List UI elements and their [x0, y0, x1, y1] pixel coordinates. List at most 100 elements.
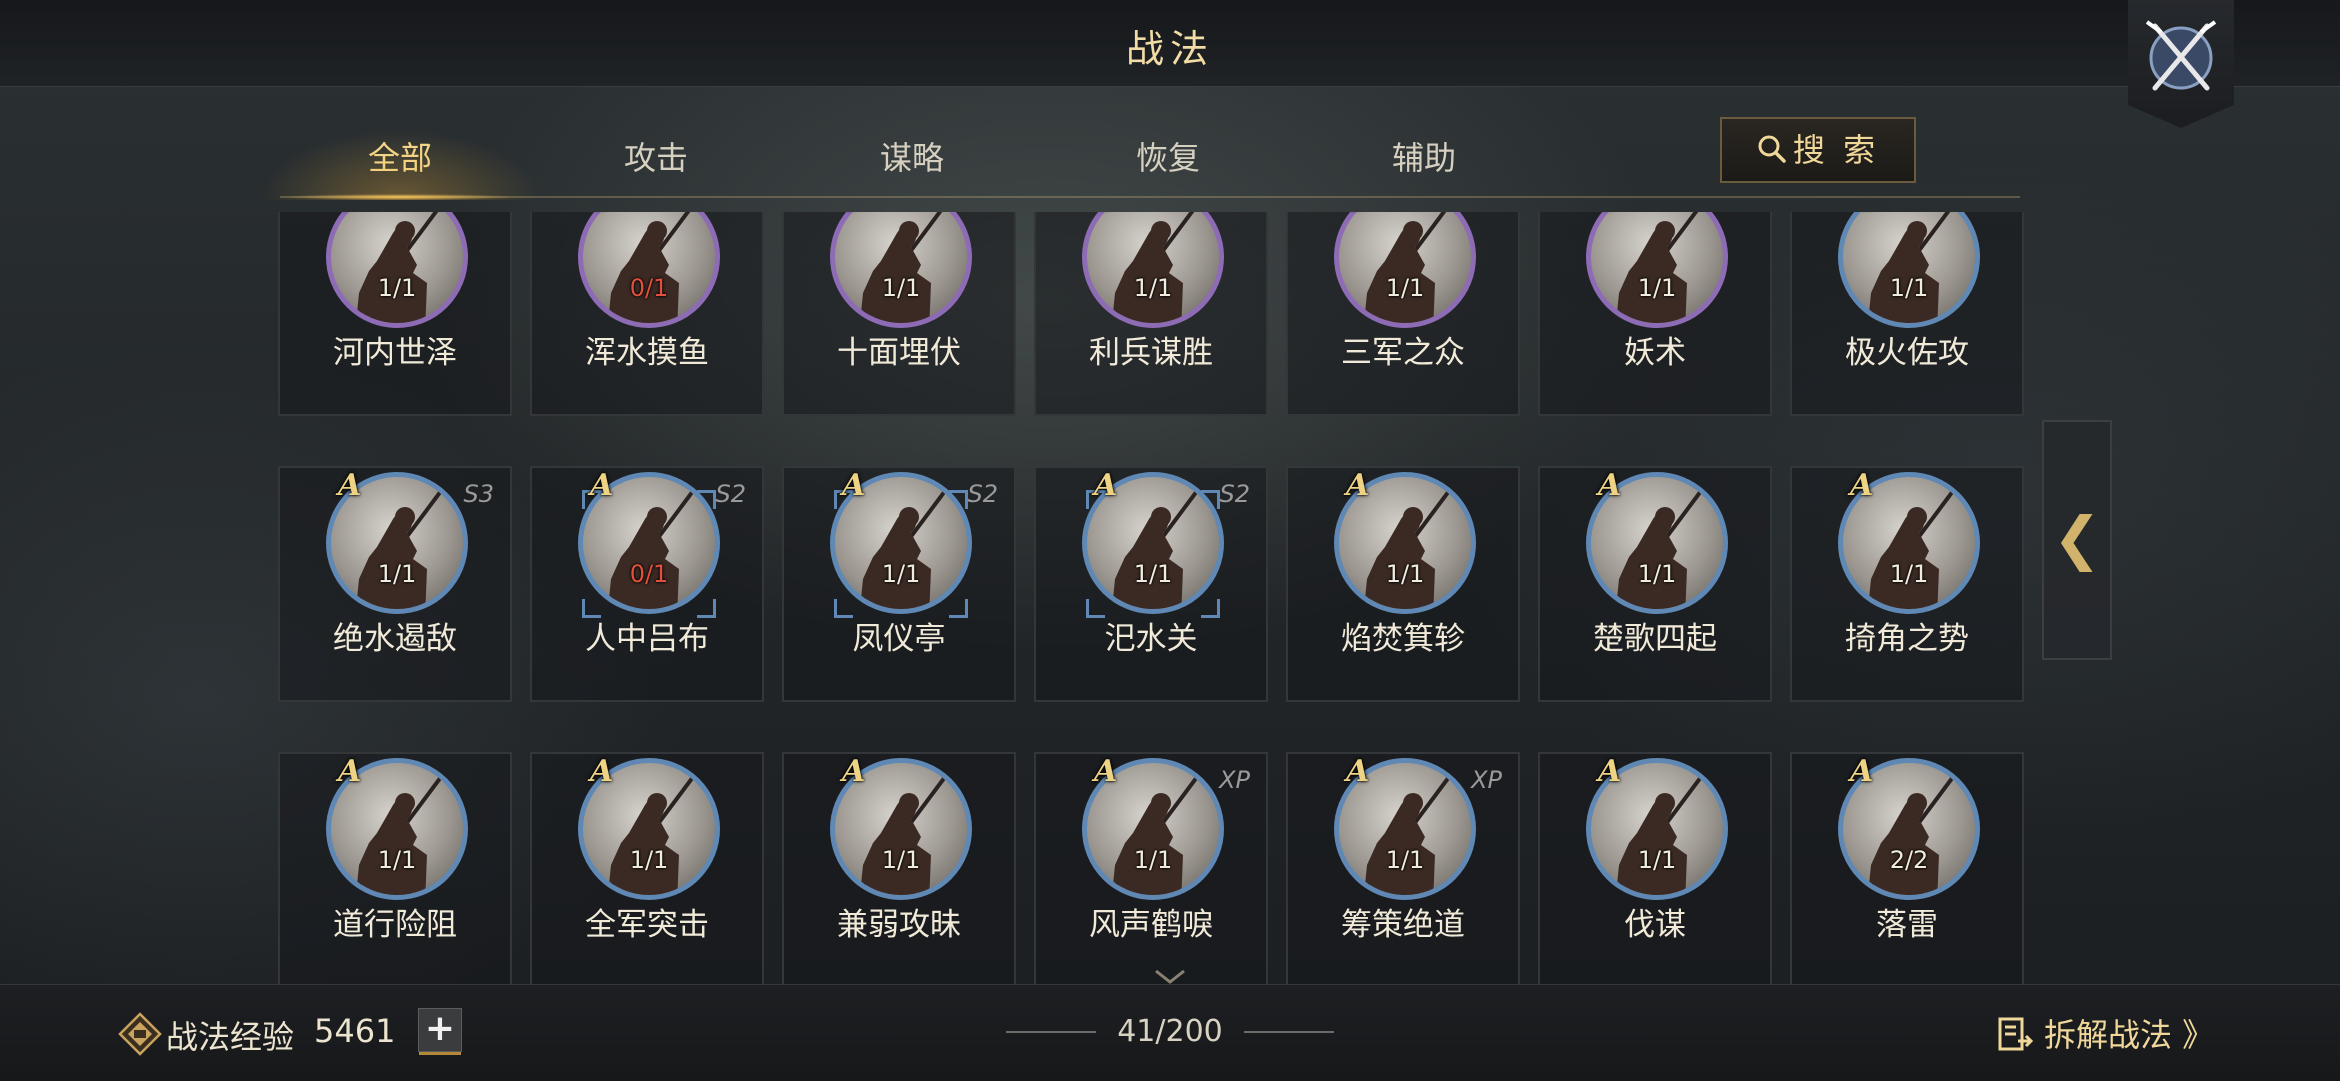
tactic-card[interactable]: A 1/1 风声鹤唳 XP	[1034, 752, 1268, 984]
tab-support[interactable]: 辅助	[1304, 120, 1544, 196]
tab-attack[interactable]: 攻击	[536, 120, 776, 196]
tactic-card[interactable]: A 1/1 道行险阻	[278, 752, 512, 984]
tactic-card[interactable]: A 1/1 凤仪亭 S2	[782, 466, 1016, 702]
tactic-count: 1/1	[377, 560, 417, 588]
tactic-count: 1/1	[377, 274, 417, 302]
tactic-card[interactable]: A 2/2 落雷	[1790, 752, 2024, 984]
divider	[1244, 1031, 1334, 1033]
tactic-count: 0/1	[629, 274, 669, 302]
tactic-grade: A	[1598, 754, 1622, 789]
tactic-grade: S	[1598, 212, 1620, 217]
season-tag: S2	[715, 480, 746, 508]
tactic-grade: A	[842, 468, 866, 503]
tab-strategy[interactable]: 谋略	[792, 120, 1032, 196]
tactic-card[interactable]: A 1/1 焰焚箕轸	[1286, 466, 1520, 702]
season-tag: S2	[967, 480, 998, 508]
tactic-count: 1/1	[1889, 560, 1929, 588]
tactic-name: 道行险阻	[333, 907, 457, 943]
tactic-card[interactable]: A 1/1 绝水遏敌 S3	[278, 466, 512, 702]
tactic-grade: A	[1850, 468, 1874, 503]
top-bar: 战法	[0, 0, 2340, 87]
tactic-grade: S	[1346, 212, 1368, 217]
tactic-name: 伐谋	[1624, 907, 1686, 943]
tactic-grade: S	[1094, 212, 1116, 217]
tab-all[interactable]: 全部	[260, 120, 540, 200]
tactic-name: 绝水遏敌	[333, 621, 457, 657]
tactic-card[interactable]: S 1/1 利兵谋胜	[1034, 212, 1268, 416]
tactic-name: 楚歌四起	[1593, 621, 1717, 657]
tactic-grade: S	[842, 212, 864, 217]
tactic-card[interactable]: A 1/1 极火佐攻	[1790, 212, 2024, 416]
tactic-card[interactable]: A 1/1 筹策绝道 XP	[1286, 752, 1520, 984]
tactic-card[interactable]: S 1/1 十面埋伏	[782, 212, 1016, 416]
tactic-icon	[1586, 212, 1728, 328]
tactic-grade: A	[1850, 212, 1873, 217]
tactic-icon	[1082, 212, 1224, 328]
disassemble-button[interactable]: 拆解战法 》	[1996, 1010, 2214, 1056]
tactic-grade: A	[1094, 468, 1118, 503]
tactic-count: 1/1	[1133, 274, 1173, 302]
tactic-count: 2/2	[1889, 846, 1929, 874]
tactic-icon	[830, 212, 972, 328]
tactic-name: 汜水关	[1104, 621, 1198, 657]
tactic-name: 凤仪亭	[852, 621, 946, 657]
tactic-count: 1/1	[629, 846, 669, 874]
tactic-icon	[326, 212, 468, 328]
tactic-grade: A	[590, 754, 614, 789]
tactic-count: 0/1	[629, 560, 669, 588]
tactic-card[interactable]: A 0/1 人中吕布 S2	[530, 466, 764, 702]
tactic-count: 1/1	[1637, 274, 1677, 302]
tactic-count: 1/1	[1637, 560, 1677, 588]
tactic-grade: A	[1850, 754, 1874, 789]
tactics-grid: S 1/1 河内世泽 S 0/1 浑水摸鱼 S 1/1 十面埋伏 S 1/1 利兵谋胜 S 1/1 三军之众…	[278, 212, 2028, 984]
disassemble-icon	[1998, 1017, 2034, 1051]
tactic-card[interactable]: A 1/1 兼弱攻昧	[782, 752, 1016, 984]
tactic-name: 极火佐攻	[1845, 335, 1969, 371]
tactic-card[interactable]: S 0/1 浑水摸鱼	[530, 212, 764, 416]
tactic-count: 1/1	[881, 560, 921, 588]
search-icon	[1758, 135, 1786, 163]
tactic-count: 1/1	[1637, 846, 1677, 874]
tactic-card[interactable]: S 1/1 三军之众	[1286, 212, 1520, 416]
tactic-grade: A	[842, 754, 866, 789]
tactic-grade: A	[1346, 754, 1370, 789]
tactic-name: 十面埋伏	[837, 335, 961, 371]
tactic-card[interactable]: A 1/1 汜水关 S2	[1034, 466, 1268, 702]
tab-recovery[interactable]: 恢复	[1048, 120, 1288, 196]
tactic-icon	[1334, 212, 1476, 328]
tactic-name: 全军突击	[585, 907, 709, 943]
tactic-card[interactable]: A 1/1 楚歌四起	[1538, 466, 1772, 702]
tactic-name: 掎角之势	[1845, 621, 1969, 657]
tactic-name: 河内世泽	[333, 335, 457, 371]
tactic-card[interactable]: A 1/1 掎角之势	[1790, 466, 2024, 702]
tactic-count: 1/1	[881, 274, 921, 302]
tactic-grade: A	[338, 468, 362, 503]
tactic-name: 筹策绝道	[1341, 907, 1465, 943]
tactic-icon	[1838, 212, 1980, 328]
side-panel-toggle[interactable]: ❮	[2042, 420, 2112, 660]
close-button[interactable]	[2128, 0, 2234, 128]
tactic-name: 利兵谋胜	[1089, 335, 1213, 371]
search-button[interactable]: 搜 索	[1720, 117, 1916, 183]
tactic-name: 妖术	[1624, 335, 1686, 371]
tactic-card[interactable]: S 1/1 河内世泽	[278, 212, 512, 416]
tactic-card[interactable]: A 1/1 伐谋	[1538, 752, 1772, 984]
season-tag: S3	[463, 480, 494, 508]
season-tag: XP	[1471, 766, 1502, 794]
tactic-grade: A	[1094, 754, 1118, 789]
tactic-name: 浑水摸鱼	[585, 335, 709, 371]
tactic-count: 1/1	[1385, 274, 1425, 302]
season-tag: XP	[1219, 766, 1250, 794]
tactic-grade: A	[1346, 468, 1370, 503]
tactic-count: 1/1	[377, 846, 417, 874]
disassemble-label: 拆解战法 》	[2044, 1016, 2215, 1054]
tactic-grade: A	[1598, 468, 1622, 503]
tactic-name: 人中吕布	[585, 621, 709, 657]
season-tag: S2	[1219, 480, 1250, 508]
tactic-name: 落雷	[1876, 907, 1938, 943]
tactic-card[interactable]: A 1/1 全军突击	[530, 752, 764, 984]
tactic-grade: S	[338, 212, 360, 217]
tactic-card[interactable]: S 1/1 妖术	[1538, 212, 1772, 416]
tactic-name: 风声鹤唳	[1089, 907, 1213, 943]
tactic-grade: S	[590, 212, 612, 217]
